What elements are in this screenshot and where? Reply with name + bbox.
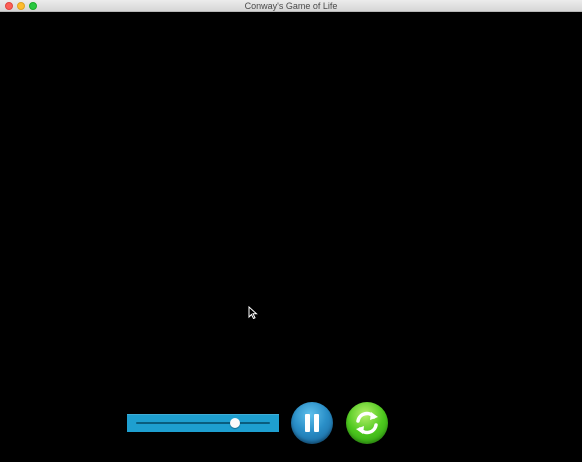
title-bar: Conway's Game of Life — [0, 0, 582, 12]
app-window: Conway's Game of Life — [0, 0, 582, 462]
mouse-cursor-icon — [248, 306, 258, 319]
pause-bar-right — [314, 414, 319, 432]
pause-icon — [304, 414, 320, 432]
game-board[interactable] — [0, 12, 582, 462]
window-title: Conway's Game of Life — [244, 1, 338, 11]
slider-thumb[interactable] — [230, 418, 241, 428]
refresh-icon — [356, 411, 378, 435]
pause-bar-left — [305, 414, 310, 432]
pause-button[interactable] — [291, 402, 333, 444]
slider-track[interactable] — [136, 422, 270, 424]
reset-button[interactable] — [346, 402, 388, 444]
speed-slider[interactable] — [127, 414, 279, 432]
